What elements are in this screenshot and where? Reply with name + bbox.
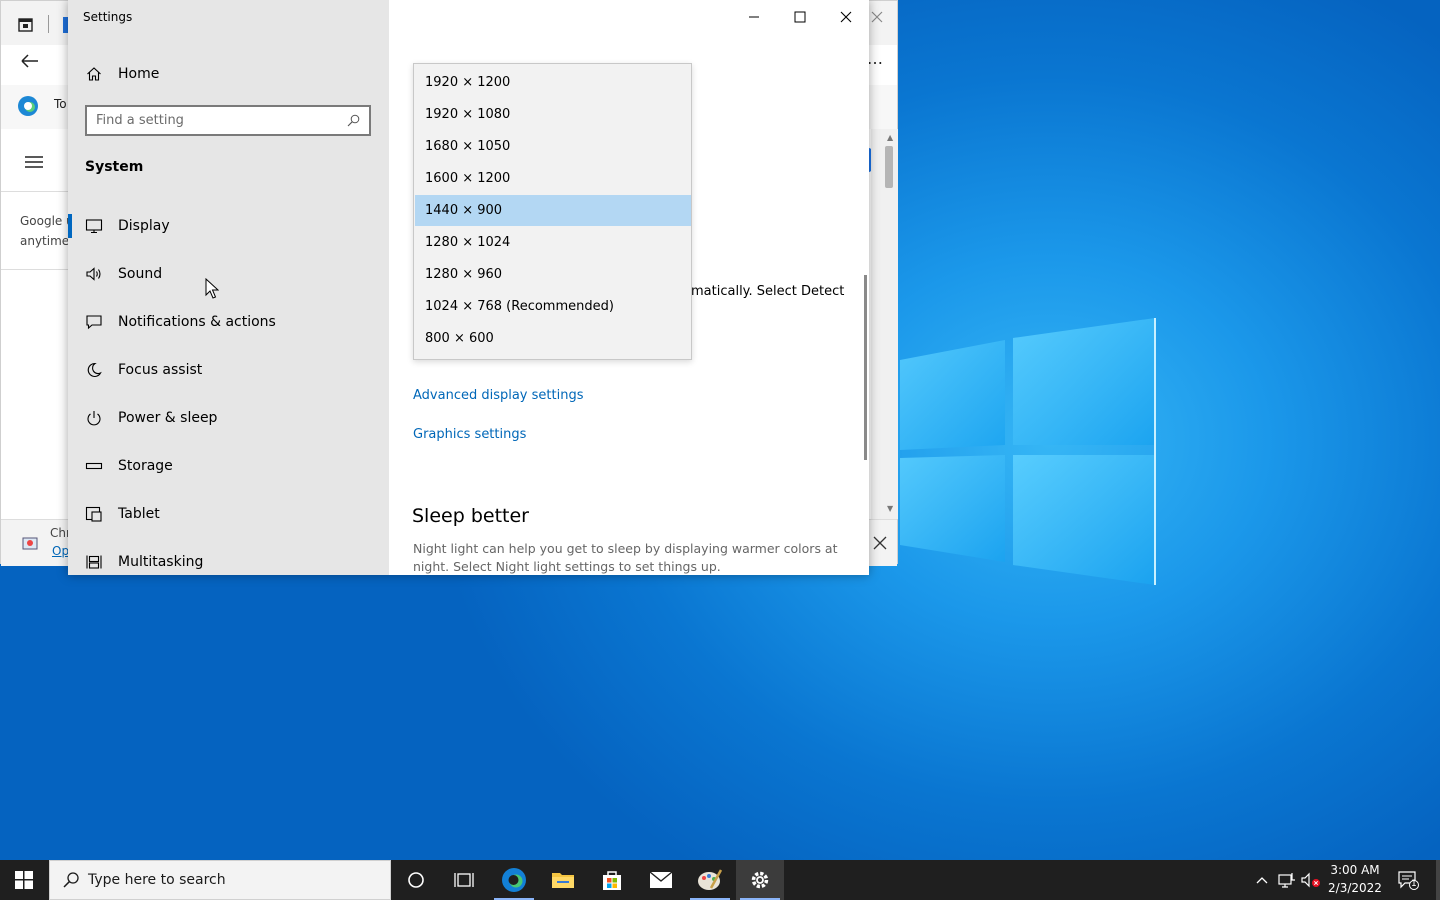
- taskbar-mail[interactable]: [637, 860, 685, 900]
- store-bag-icon: [603, 871, 621, 890]
- sleep-better-heading: Sleep better: [412, 505, 529, 527]
- storage-icon: [68, 458, 118, 474]
- find-setting-search[interactable]: [85, 105, 371, 136]
- tab-actions-icon[interactable]: [18, 17, 34, 33]
- mail-icon: [649, 871, 673, 888]
- task-view-button[interactable]: [440, 860, 488, 900]
- moon-icon: [68, 362, 118, 378]
- window-title: Settings: [83, 10, 133, 24]
- nav-item-label: Tablet: [118, 506, 160, 522]
- nav-item-label: Multitasking: [118, 554, 204, 570]
- windows-start-icon: [15, 871, 33, 889]
- taskbar-search-placeholder: Type here to search: [88, 872, 226, 888]
- detect-description-partial: matically. Select Detect: [691, 284, 845, 299]
- clock-time[interactable]: 3:00 AM: [1326, 863, 1384, 877]
- speaker-icon: [68, 266, 118, 282]
- cortana-button[interactable]: [392, 860, 440, 900]
- show-desktop-button[interactable]: [1436, 860, 1440, 900]
- nav-item-label: Sound: [118, 266, 163, 282]
- cortana-circle-icon: [408, 872, 424, 888]
- more-options-icon[interactable]: …: [867, 49, 883, 68]
- nav-item-sound[interactable]: Sound: [68, 252, 389, 296]
- nav-item-display[interactable]: Display: [68, 204, 389, 248]
- nav-item-power-sleep[interactable]: Power & sleep: [68, 396, 389, 440]
- resolution-option[interactable]: 1920 × 1200: [415, 67, 691, 98]
- settings-sidebar: Settings Home System Display Sound: [68, 0, 389, 575]
- gear-icon: [751, 871, 769, 889]
- edge-logo-icon: [18, 96, 38, 116]
- clock-date[interactable]: 2/3/2022: [1326, 881, 1384, 895]
- taskbar-file-explorer[interactable]: [539, 860, 587, 900]
- resolution-option[interactable]: 1600 × 1200: [415, 163, 691, 194]
- resolution-option[interactable]: 800 × 600: [415, 323, 691, 354]
- find-setting-input[interactable]: [87, 112, 347, 129]
- chevron-up-icon: [1256, 877, 1268, 884]
- volume-button[interactable]: [1299, 860, 1323, 900]
- nav-item-multitasking[interactable]: Multitasking: [68, 540, 389, 575]
- nav-item-label: Focus assist: [118, 362, 203, 378]
- show-hidden-icons-button[interactable]: [1250, 860, 1274, 900]
- section-heading-system: System: [85, 159, 144, 175]
- start-button[interactable]: [0, 860, 48, 900]
- power-icon: [68, 410, 118, 426]
- network-icon: [1278, 873, 1295, 888]
- home-nav-item[interactable]: Home: [68, 52, 389, 96]
- nav-item-label: Notifications & actions: [118, 314, 276, 330]
- hamburger-menu-icon[interactable]: [24, 154, 44, 170]
- graphics-settings-link[interactable]: Graphics settings: [413, 427, 526, 442]
- taskbar-paint[interactable]: [686, 860, 734, 900]
- windows-logo-wallpaper: [900, 318, 1156, 585]
- nav-item-label: Display: [118, 218, 170, 234]
- search-icon: [63, 872, 79, 888]
- task-view-icon: [454, 873, 474, 887]
- folder-icon: [552, 873, 574, 888]
- resolution-option[interactable]: 1280 × 960: [415, 259, 691, 290]
- taskbar-search-box[interactable]: Type here to search: [49, 860, 391, 900]
- network-button[interactable]: [1275, 860, 1299, 900]
- notification-count-badge: 1: [1411, 879, 1417, 889]
- home-icon: [68, 66, 118, 82]
- chrome-install-icon: [22, 537, 38, 550]
- content-scrollbar[interactable]: [864, 275, 867, 460]
- tab-title-partial[interactable]: To: [54, 97, 67, 111]
- resolution-dropdown-list[interactable]: 1920 × 1200 1920 × 1080 1680 × 1050 1600…: [413, 63, 692, 360]
- taskbar-store[interactable]: [588, 860, 636, 900]
- sleep-better-description: Night light can help you get to sleep by…: [413, 541, 838, 574]
- taskbar-edge[interactable]: [490, 860, 538, 900]
- resolution-option-selected[interactable]: 1440 × 900: [415, 195, 691, 226]
- page-text-line-1: Google u: [20, 214, 74, 228]
- resolution-option[interactable]: 1680 × 1050: [415, 131, 691, 162]
- nav-item-label: Storage: [118, 458, 173, 474]
- volume-muted-icon: [1301, 872, 1320, 888]
- taskbar-settings[interactable]: [736, 860, 784, 900]
- search-icon: [347, 114, 360, 127]
- browser-scroll-track[interactable]: [871, 129, 898, 519]
- close-info-bar-icon[interactable]: [873, 536, 887, 550]
- browser-scroll-thumb[interactable]: [885, 146, 893, 188]
- paint-palette-icon: [698, 869, 723, 890]
- edge-icon: [502, 868, 526, 892]
- home-label: Home: [118, 66, 160, 82]
- resolution-option[interactable]: 1280 × 1024: [415, 227, 691, 258]
- nav-item-focus-assist[interactable]: Focus assist: [68, 348, 389, 392]
- monitor-icon: [68, 218, 118, 234]
- nav-item-storage[interactable]: Storage: [68, 444, 389, 488]
- taskbar: Type here to search 3:00 AM 2/3/2022 1: [0, 860, 1440, 900]
- tablet-icon: [68, 506, 118, 522]
- nav-item-tablet[interactable]: Tablet: [68, 492, 389, 536]
- notification-icon: [68, 314, 118, 330]
- resolution-option[interactable]: 1024 × 768 (Recommended): [415, 291, 691, 322]
- back-arrow-icon[interactable]: [20, 53, 40, 69]
- nav-item-label: Power & sleep: [118, 410, 218, 426]
- settings-window: Settings Home System Display Sound: [68, 0, 869, 575]
- nav-item-notifications[interactable]: Notifications & actions: [68, 300, 389, 344]
- close-tab-icon[interactable]: [871, 11, 883, 23]
- action-center-button[interactable]: 1: [1386, 860, 1430, 900]
- advanced-display-settings-link[interactable]: Advanced display settings: [413, 388, 583, 403]
- info-bar-link[interactable]: Op: [52, 544, 69, 558]
- mouse-pointer-icon: [205, 278, 219, 299]
- resolution-option[interactable]: 1920 × 1080: [415, 99, 691, 130]
- multitasking-icon: [68, 554, 118, 570]
